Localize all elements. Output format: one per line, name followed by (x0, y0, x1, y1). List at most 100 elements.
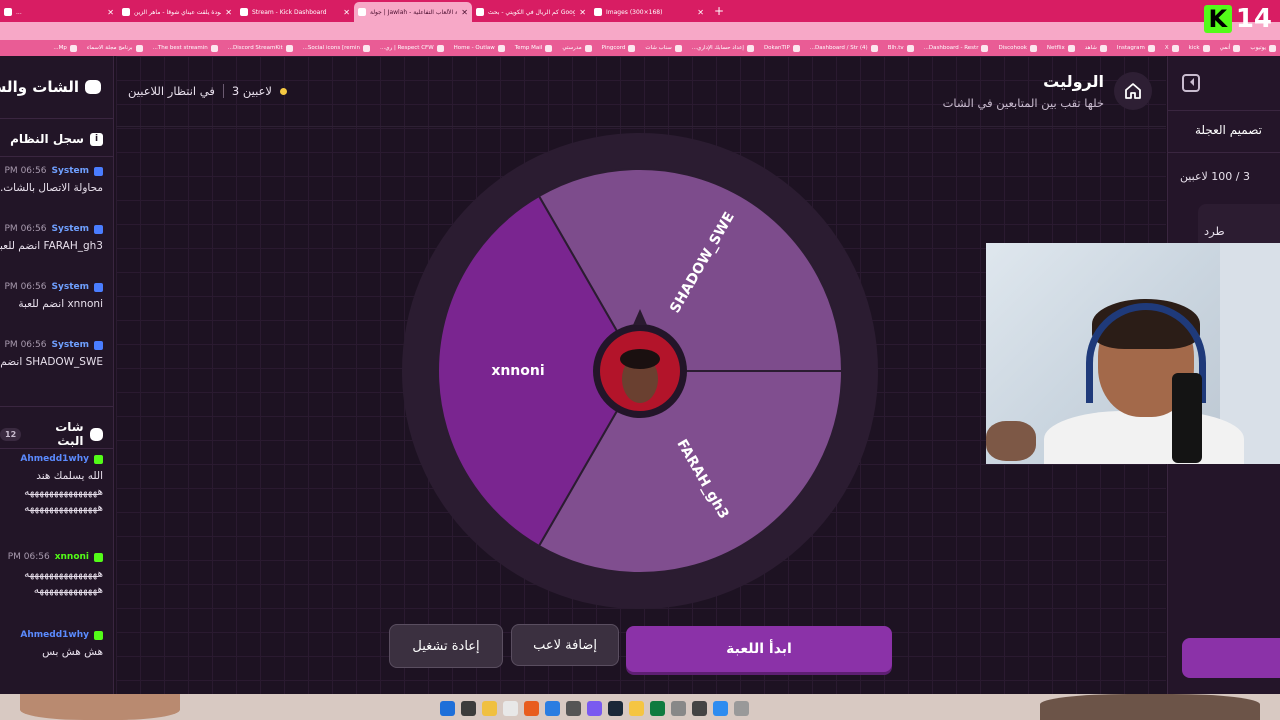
panel-action-button[interactable] (1182, 638, 1280, 678)
message-author[interactable]: xnnoni (55, 552, 89, 562)
bookmark-item[interactable]: يوتيوب (1250, 44, 1276, 52)
edge-icon[interactable] (650, 700, 665, 716)
bookmark-item[interactable]: مدرستي (562, 44, 592, 52)
system-badge-icon (94, 340, 103, 350)
close-icon[interactable]: ✕ (697, 8, 704, 17)
app-icon[interactable] (734, 700, 749, 716)
browser-tab[interactable]: Images (300×168) ✕ (590, 2, 708, 22)
start-game-button[interactable]: ابدأ اللعبة (626, 626, 892, 672)
bookmark-label: برنامج مجلة الاسماء (86, 45, 133, 51)
microphone-icon (1172, 373, 1202, 463)
message-time: 06:56 PM (7, 552, 50, 562)
message-text: SHADOW_SWE انضم للعبة (0, 356, 103, 368)
bookmark-favicon-icon (1202, 44, 1210, 52)
browser-tab[interactable]: كم الريال في الكويتي - بحث Google✕ (472, 2, 590, 22)
bookmark-favicon-icon (497, 44, 505, 52)
message-text: الله يسلمك هند (36, 470, 103, 482)
bookmark-item[interactable]: أنمي (1220, 44, 1241, 52)
vscode-icon[interactable] (545, 700, 560, 716)
close-icon[interactable]: ✕ (107, 8, 114, 17)
bookmark-favicon-icon (545, 44, 553, 52)
bookmark-label: (4) Dashboard / Str... (809, 45, 868, 51)
bookmark-item[interactable]: X (1165, 44, 1179, 52)
bookmark-item[interactable]: Temp Mail (515, 44, 553, 52)
app-icon[interactable] (671, 700, 686, 716)
wheel-segment-label: xnnoni (491, 363, 544, 379)
bookmark-item[interactable]: Respect CFW | ري... (380, 44, 444, 52)
app-icon[interactable] (566, 700, 581, 716)
message-text: محاولة الاتصال بالشات... (0, 182, 103, 194)
home-icon (1125, 83, 1141, 99)
app-icon[interactable] (692, 700, 707, 716)
bookmark-item[interactable]: Dashboard - Restr... (923, 44, 989, 52)
home-button[interactable] (1114, 72, 1152, 110)
bookmark-item[interactable]: Social icons [remin... (303, 44, 371, 52)
bookmark-item[interactable]: Instagram (1117, 44, 1155, 52)
app-icon[interactable] (524, 700, 539, 716)
players-capacity: 3 / 100 لاعبين (1179, 170, 1250, 183)
app-icon[interactable] (713, 700, 728, 716)
browser-tab[interactable]: ... ✕ (0, 2, 118, 22)
divider (1168, 152, 1280, 153)
page-subtitle: خلها تقب بين المتابعين في الشات (942, 96, 1104, 110)
search-icon[interactable] (461, 700, 476, 716)
bookmark-item[interactable]: سناب شات (645, 44, 682, 52)
bookmark-item[interactable]: (4) Dashboard / Str... (809, 44, 878, 52)
steam-icon[interactable] (608, 700, 623, 716)
new-tab-icon[interactable]: + (714, 4, 724, 18)
bookmark-item[interactable]: برنامج مجلة الاسماء (86, 44, 143, 52)
wheel-design-tab[interactable]: تصميم العجلة (1195, 123, 1262, 137)
browser-tab[interactable]: Stream - Kick Dashboard ✕ (236, 2, 354, 22)
bookmark-item[interactable]: Pingcord (602, 44, 636, 52)
player-count: 3 لاعبين (231, 84, 272, 98)
message-author[interactable]: Ahmedd1why (20, 630, 89, 640)
close-icon[interactable]: ✕ (461, 8, 468, 17)
file-explorer-icon[interactable] (482, 700, 497, 716)
roulette-wheel[interactable]: SHADOW_SWE FARAH_gh3 xnnoni (400, 131, 880, 611)
bookmark-item[interactable]: Discord StreamKit... (228, 44, 293, 52)
message-text: هههههههههههههه (33, 584, 103, 596)
bookmark-item[interactable]: Home - Outlaw (454, 44, 505, 52)
close-icon[interactable]: ✕ (225, 8, 232, 17)
bookmark-label: The best streamin... (152, 45, 208, 51)
system-log-header[interactable]: i سجل النظام (10, 132, 103, 146)
folder-icon[interactable] (629, 700, 644, 716)
bookmark-item[interactable]: إعداد حسابك الإداري... (692, 44, 754, 52)
reset-button[interactable]: إعادة تشغيل (389, 624, 503, 668)
info-icon: i (90, 132, 103, 146)
bookmark-label: Dashboard - Restr... (923, 45, 979, 51)
app-icon[interactable] (503, 700, 518, 716)
bookmark-item[interactable]: kick (1189, 44, 1210, 52)
app-icon[interactable] (587, 700, 602, 716)
divider (222, 84, 224, 98)
close-icon[interactable]: ✕ (343, 8, 350, 17)
kick-label: طرد (1204, 224, 1225, 238)
bookmark-item[interactable]: شاهد (1085, 44, 1107, 52)
close-icon[interactable]: ✕ (579, 8, 586, 17)
bookmark-item[interactable]: Mp... (53, 44, 77, 52)
wheel-graphic[interactable]: SHADOW_SWEFARAH_gh3xnnoni (400, 131, 880, 611)
add-player-button[interactable]: إضافة لاعب (511, 624, 619, 666)
bookmark-label: Respect CFW | ري... (380, 45, 434, 51)
bookmark-label: سناب شات (645, 45, 672, 51)
chat-log-header: الشات والسجل (0, 78, 101, 96)
tab-title: Images (300×168) (606, 8, 663, 16)
browser-address-bar[interactable] (0, 22, 1280, 40)
collapse-panel-icon[interactable] (1182, 74, 1200, 92)
bookmark-item[interactable]: Discohook (998, 44, 1037, 52)
windows-start-icon[interactable] (440, 700, 455, 716)
browser-tab[interactable]: الشودة يلقت عيناي شوقا - ماهر الزين ✕ (118, 2, 236, 22)
bookmark-label: مدرستي (562, 45, 582, 51)
browser-tab[interactable]: جولة | Jawlah - منصة الألعاب التفاعلية✕ (354, 2, 472, 22)
tab-title: Stream - Kick Dashboard (252, 8, 327, 16)
bookmark-item[interactable]: DokanTIP (764, 44, 800, 52)
bookmark-favicon-icon (792, 44, 800, 52)
bookmarks-bar: يوتيوب أنمي kick X Instagram شاهد Netflix Disco… (0, 40, 1280, 56)
bookmark-item[interactable]: The best streamin... (152, 44, 218, 52)
bookmark-favicon-icon (210, 44, 218, 52)
kick-logo-icon: K (1203, 5, 1232, 33)
bookmark-favicon-icon (1099, 44, 1107, 52)
bookmark-item[interactable]: Blh.tv (888, 44, 914, 52)
bookmark-item[interactable]: Netflix (1047, 44, 1075, 52)
message-author[interactable]: Ahmedd1why (20, 454, 89, 464)
